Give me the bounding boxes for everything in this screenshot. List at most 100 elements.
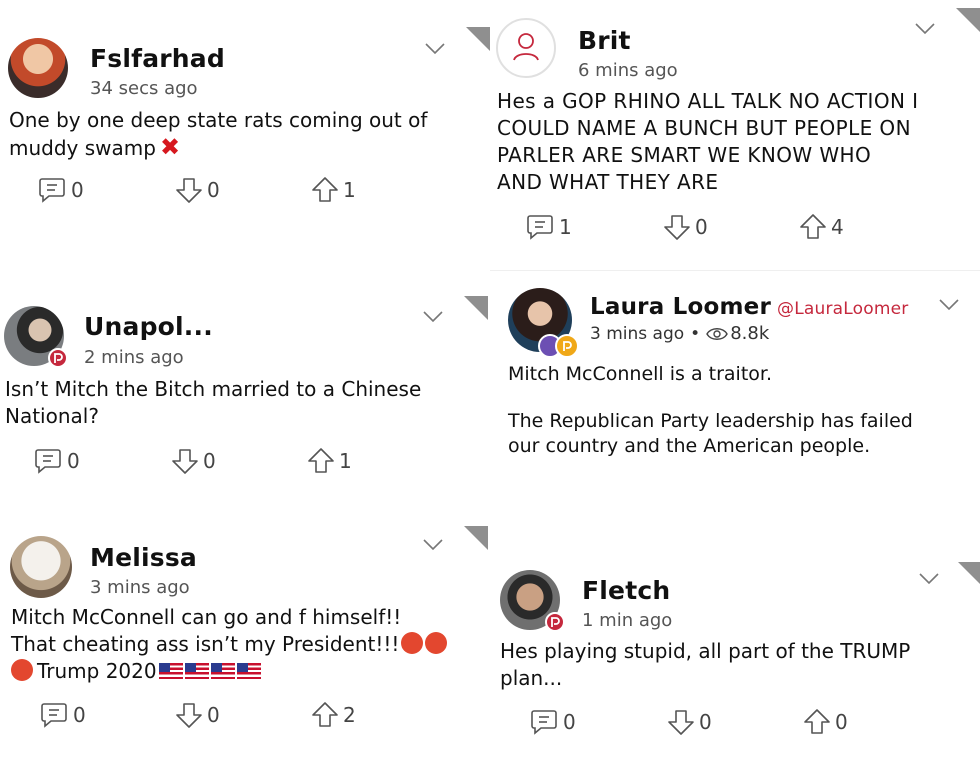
post-text-line: plan... bbox=[500, 666, 563, 690]
comment-button[interactable]: 0 bbox=[38, 176, 84, 204]
upvote-button[interactable]: 2 bbox=[310, 701, 356, 729]
downvote-icon bbox=[176, 178, 202, 203]
view-count: 8.8k bbox=[730, 323, 770, 344]
post-text-line: AND WHAT THEY ARE bbox=[497, 170, 719, 194]
author-handle[interactable]: @LauraLoomer bbox=[777, 299, 908, 319]
upvote-button[interactable]: 1 bbox=[310, 176, 356, 204]
comment-count: 0 bbox=[563, 710, 576, 734]
author-display-name[interactable]: Laura Loomer bbox=[590, 294, 771, 320]
upvote-count: 1 bbox=[339, 449, 352, 473]
us-flag-icon bbox=[184, 663, 209, 679]
upvote-icon bbox=[800, 214, 826, 239]
corner-fold-icon bbox=[464, 296, 488, 320]
avatar[interactable] bbox=[496, 18, 556, 78]
downvote-count: 0 bbox=[203, 449, 216, 473]
angry-face-icon bbox=[11, 659, 33, 681]
downvote-button[interactable]: 0 bbox=[666, 708, 712, 736]
angry-face-icon bbox=[401, 632, 424, 654]
author-name[interactable]: Fletch bbox=[582, 576, 670, 605]
comment-icon bbox=[527, 215, 553, 240]
upvote-button[interactable]: 0 bbox=[802, 708, 848, 736]
section-divider bbox=[490, 270, 980, 271]
downvote-icon bbox=[664, 215, 690, 240]
avatar[interactable] bbox=[10, 536, 72, 598]
eye-icon bbox=[706, 327, 728, 340]
author-name[interactable]: Melissa bbox=[90, 543, 197, 572]
corner-fold-icon bbox=[464, 526, 488, 550]
post-text-line: Mitch McConnell is a traitor. bbox=[508, 363, 773, 385]
corner-fold-icon bbox=[958, 562, 980, 584]
post-text-line: Hes playing stupid, all part of the TRUM… bbox=[500, 639, 911, 663]
corner-fold-icon bbox=[466, 27, 490, 51]
post-time: 3 mins ago bbox=[590, 323, 685, 344]
avatar[interactable] bbox=[8, 38, 68, 98]
comment-button[interactable]: 0 bbox=[530, 708, 576, 736]
upvote-count: 4 bbox=[831, 215, 844, 239]
post-time: 3 mins ago bbox=[90, 577, 190, 598]
post-text: Mitch McConnell can go and f himself!! T… bbox=[11, 604, 486, 685]
upvote-icon bbox=[312, 177, 338, 202]
post-text-line: That cheating ass isn’t my President!!! bbox=[11, 632, 400, 656]
chevron-down-icon[interactable] bbox=[914, 22, 936, 36]
upvote-icon bbox=[308, 448, 334, 473]
downvote-count: 0 bbox=[699, 710, 712, 734]
corner-fold-icon bbox=[956, 8, 980, 32]
post-text-line: Mitch McConnell can go and f himself!! bbox=[11, 605, 402, 629]
downvote-button[interactable]: 0 bbox=[662, 213, 708, 241]
downvote-button[interactable]: 0 bbox=[174, 176, 220, 204]
post-text-line: National? bbox=[5, 404, 99, 428]
post-time: 34 secs ago bbox=[90, 78, 198, 99]
parler-badge-icon bbox=[555, 334, 579, 358]
comment-count: 0 bbox=[67, 449, 80, 473]
post-text: Hes playing stupid, all part of the TRUM… bbox=[500, 638, 970, 692]
post-text-line: muddy swamp bbox=[9, 136, 156, 160]
post-text: Mitch McConnell is a traitor. The Republ… bbox=[508, 362, 968, 459]
post-text: Isn’t Mitch the Bitch married to a Chine… bbox=[5, 376, 480, 430]
post-text-line: COULD NAME A BUNCH BUT PEOPLE ON bbox=[497, 116, 911, 140]
chevron-down-icon[interactable] bbox=[422, 310, 444, 324]
upvote-button[interactable]: 4 bbox=[798, 213, 844, 241]
post-meta: 3 mins ago • 8.8k bbox=[590, 323, 769, 344]
post-text-line: PARLER ARE SMART WE KNOW WHO bbox=[497, 143, 872, 167]
post-text-line: One by one deep state rats coming out of bbox=[9, 108, 428, 132]
meta-separator: • bbox=[690, 323, 701, 344]
chevron-down-icon[interactable] bbox=[424, 42, 446, 56]
chevron-down-icon[interactable] bbox=[938, 298, 960, 312]
chevron-down-icon[interactable] bbox=[918, 572, 940, 586]
post-text: One by one deep state rats coming out of… bbox=[9, 107, 479, 162]
upvote-icon bbox=[312, 702, 338, 727]
author-name[interactable]: Unapol... bbox=[84, 312, 213, 341]
upvote-count: 1 bbox=[343, 178, 356, 202]
comment-button[interactable]: 1 bbox=[526, 213, 572, 241]
author-name[interactable]: Brit bbox=[578, 26, 631, 55]
downvote-button[interactable]: 0 bbox=[174, 701, 220, 729]
post-time: 2 mins ago bbox=[84, 347, 184, 368]
author-name[interactable]: Laura Loomer @LauraLoomer bbox=[590, 294, 908, 320]
post-text-line: Hes a GOP RHINO ALL TALK NO ACTION I bbox=[497, 89, 919, 113]
parler-badge-icon bbox=[545, 612, 565, 632]
comment-button[interactable]: 0 bbox=[34, 447, 80, 475]
comment-icon bbox=[41, 703, 67, 728]
us-flag-icon bbox=[158, 663, 183, 679]
downvote-count: 0 bbox=[695, 215, 708, 239]
author-name[interactable]: Fslfarhad bbox=[90, 44, 225, 73]
post-time: 1 min ago bbox=[582, 610, 673, 631]
upvote-count: 0 bbox=[835, 710, 848, 734]
chevron-down-icon[interactable] bbox=[422, 538, 444, 552]
us-flag-icon bbox=[236, 663, 261, 679]
downvote-icon bbox=[172, 449, 198, 474]
us-flag-icon bbox=[210, 663, 235, 679]
comment-button[interactable]: 0 bbox=[40, 701, 86, 729]
upvote-count: 2 bbox=[343, 703, 356, 727]
downvote-button[interactable]: 0 bbox=[170, 447, 216, 475]
downvote-count: 0 bbox=[207, 178, 220, 202]
comment-count: 0 bbox=[71, 178, 84, 202]
parler-badge-icon bbox=[48, 348, 68, 368]
upvote-button[interactable]: 1 bbox=[306, 447, 352, 475]
post-text: Hes a GOP RHINO ALL TALK NO ACTION I COU… bbox=[497, 88, 972, 196]
angry-face-icon bbox=[425, 632, 448, 654]
comment-icon bbox=[35, 449, 61, 474]
post-text-line: Trump 2020 bbox=[37, 659, 157, 683]
post-time: 6 mins ago bbox=[578, 60, 678, 81]
downvote-icon bbox=[176, 703, 202, 728]
